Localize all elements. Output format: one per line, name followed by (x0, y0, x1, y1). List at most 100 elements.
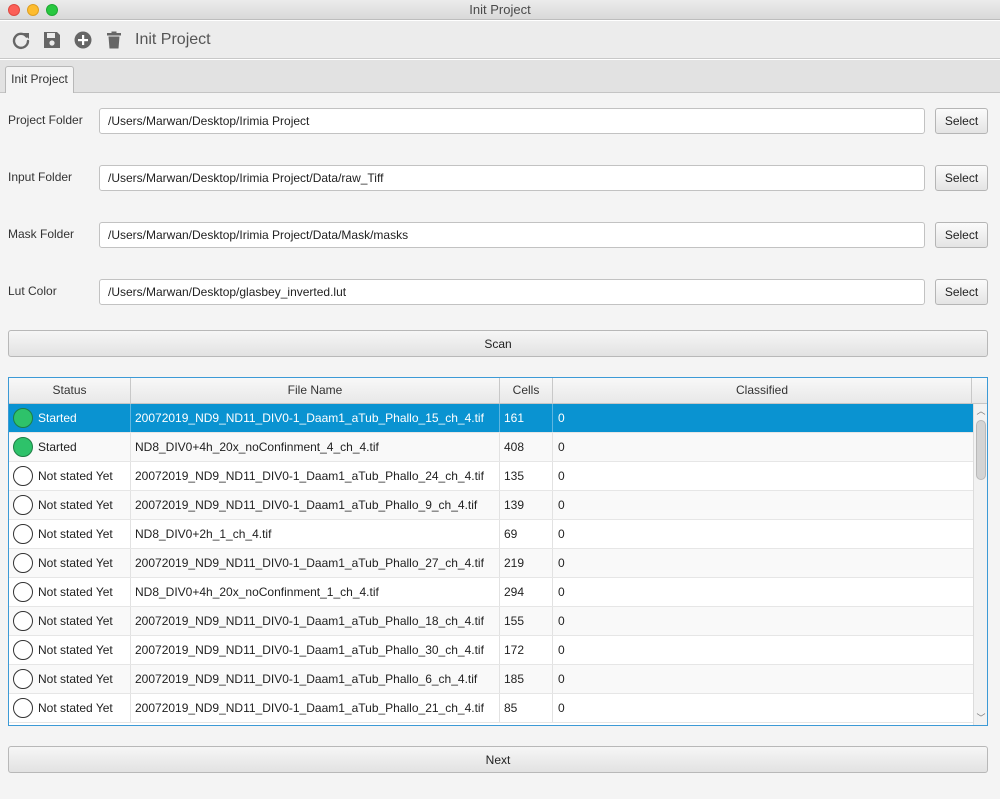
cells-count-cell: 185 (500, 665, 553, 693)
table-row[interactable]: Not stated Yet 20072019_ND9_ND11_DIV0-1_D… (9, 665, 973, 694)
status-pending-icon (13, 611, 33, 631)
save-icon[interactable] (42, 30, 62, 50)
file-name-cell: 20072019_ND9_ND11_DIV0-1_Daam1_aTub_Phal… (131, 665, 500, 693)
table-row[interactable]: Started ND8_DIV0+4h_20x_noConfinment_4_ch… (9, 433, 973, 462)
tab-init-project[interactable]: Init Project (5, 66, 74, 93)
status-cell: Not stated Yet (9, 520, 131, 548)
lut-color-select-button[interactable]: Select (935, 279, 988, 305)
classified-cell: 0 (558, 469, 565, 483)
file-name-cell: ND8_DIV0+2h_1_ch_4.tif (131, 520, 500, 548)
classified-cell: 0 (558, 614, 565, 628)
cells-count-cell: 161 (500, 404, 553, 432)
cells-count-cell: 155 (500, 607, 553, 635)
cells-count-cell: 85 (500, 694, 553, 722)
status-pending-icon (13, 698, 33, 718)
title-bar: Init Project (0, 0, 1000, 20)
project-folder-label: Project Folder (8, 113, 83, 127)
status-pending-icon (13, 582, 33, 602)
status-cell: Not stated Yet (9, 694, 131, 722)
table-scrollbar[interactable]: ︿ ﹀ (973, 404, 987, 725)
mask-folder-label: Mask Folder (8, 227, 75, 241)
input-folder-select-button[interactable]: Select (935, 165, 988, 191)
file-table[interactable]: Status File Name Cells Classified Starte… (8, 377, 988, 726)
input-folder-label: Input Folder (8, 170, 73, 184)
status-cell: Not stated Yet (9, 462, 131, 490)
add-icon[interactable] (73, 30, 93, 50)
status-cell: Not stated Yet (9, 578, 131, 606)
cells-count-cell: 139 (500, 491, 553, 519)
status-pending-icon (13, 466, 33, 486)
lut-color-input[interactable] (99, 279, 925, 305)
status-cell: Not stated Yet (9, 636, 131, 664)
cells-count-cell: 172 (500, 636, 553, 664)
status-label: Not stated Yet (38, 556, 113, 570)
status-label: Not stated Yet (38, 614, 113, 628)
lut-color-label: Lut Color (8, 284, 57, 298)
status-label: Not stated Yet (38, 672, 113, 686)
file-name-cell: 20072019_ND9_ND11_DIV0-1_Daam1_aTub_Phal… (131, 636, 500, 664)
table-row[interactable]: Not stated Yet ND8_DIV0+4h_20x_noConfinme… (9, 578, 973, 607)
tab-strip: Init Project (0, 60, 1000, 93)
classified-cell: 0 (558, 556, 565, 570)
project-folder-select-button[interactable]: Select (935, 108, 988, 134)
status-cell: Not stated Yet (9, 665, 131, 693)
file-name-cell: 20072019_ND9_ND11_DIV0-1_Daam1_aTub_Phal… (131, 607, 500, 635)
table-row[interactable]: Not stated Yet 20072019_ND9_ND11_DIV0-1_D… (9, 636, 973, 665)
status-label: Started (38, 440, 77, 454)
status-cell: Not stated Yet (9, 607, 131, 635)
window-title: Init Project (469, 2, 531, 17)
trash-icon[interactable] (104, 30, 124, 50)
file-name-cell: 20072019_ND9_ND11_DIV0-1_Daam1_aTub_Phal… (131, 694, 500, 722)
project-folder-input[interactable] (99, 108, 925, 134)
classified-cell: 0 (558, 527, 565, 541)
cells-count-cell: 219 (500, 549, 553, 577)
classified-cell: 0 (558, 701, 565, 715)
table-row[interactable]: Not stated Yet ND8_DIV0+2h_1_ch_4.tif 69 0 (9, 520, 973, 549)
cells-count-cell: 294 (500, 578, 553, 606)
status-pending-icon (13, 495, 33, 515)
file-name-cell: 20072019_ND9_ND11_DIV0-1_Daam1_aTub_Phal… (131, 491, 500, 519)
status-cell: Not stated Yet (9, 491, 131, 519)
next-button[interactable]: Next (8, 746, 988, 773)
table-row[interactable]: Started 20072019_ND9_ND11_DIV0-1_Daam1_aT… (9, 404, 973, 433)
column-header-file-name[interactable]: File Name (131, 378, 500, 403)
classified-cell: 0 (558, 411, 565, 425)
classified-cell: 0 (558, 585, 565, 599)
table-header: Status File Name Cells Classified (9, 378, 987, 404)
mask-folder-input[interactable] (99, 222, 925, 248)
table-row[interactable]: Not stated Yet 20072019_ND9_ND11_DIV0-1_D… (9, 491, 973, 520)
scan-button[interactable]: Scan (8, 330, 988, 357)
status-pending-icon (13, 669, 33, 689)
status-started-icon (13, 408, 33, 428)
column-header-classified[interactable]: Classified (553, 378, 972, 403)
status-started-icon (13, 437, 33, 457)
status-pending-icon (13, 553, 33, 573)
table-row[interactable]: Not stated Yet 20072019_ND9_ND11_DIV0-1_D… (9, 607, 973, 636)
file-name-cell: 20072019_ND9_ND11_DIV0-1_Daam1_aTub_Phal… (131, 549, 500, 577)
scroll-up-icon[interactable]: ︿ (976, 406, 986, 416)
refresh-icon[interactable] (11, 30, 31, 50)
status-cell: Started (9, 433, 131, 461)
status-pending-icon (13, 640, 33, 660)
classified-cell: 0 (558, 440, 565, 454)
toolbar: Init Project (0, 21, 1000, 59)
mask-folder-select-button[interactable]: Select (935, 222, 988, 248)
input-folder-input[interactable] (99, 165, 925, 191)
scroll-thumb[interactable] (976, 420, 986, 480)
status-label: Not stated Yet (38, 585, 113, 599)
table-row[interactable]: Not stated Yet 20072019_ND9_ND11_DIV0-1_D… (9, 549, 973, 578)
column-header-cells[interactable]: Cells (500, 378, 553, 403)
tab-content: Project Folder Select Input Folder Selec… (0, 93, 1000, 799)
file-name-cell: ND8_DIV0+4h_20x_noConfinment_1_ch_4.tif (131, 578, 500, 606)
column-header-status[interactable]: Status (9, 378, 131, 403)
cells-count-cell: 135 (500, 462, 553, 490)
status-label: Started (38, 411, 77, 425)
table-row[interactable]: Not stated Yet 20072019_ND9_ND11_DIV0-1_D… (9, 462, 973, 491)
status-label: Not stated Yet (38, 643, 113, 657)
cells-count-cell: 69 (500, 520, 553, 548)
toolbar-title: Init Project (135, 31, 211, 48)
table-row[interactable]: Not stated Yet 20072019_ND9_ND11_DIV0-1_D… (9, 694, 973, 723)
status-label: Not stated Yet (38, 498, 113, 512)
classified-cell: 0 (558, 643, 565, 657)
scroll-down-icon[interactable]: ﹀ (976, 713, 986, 723)
